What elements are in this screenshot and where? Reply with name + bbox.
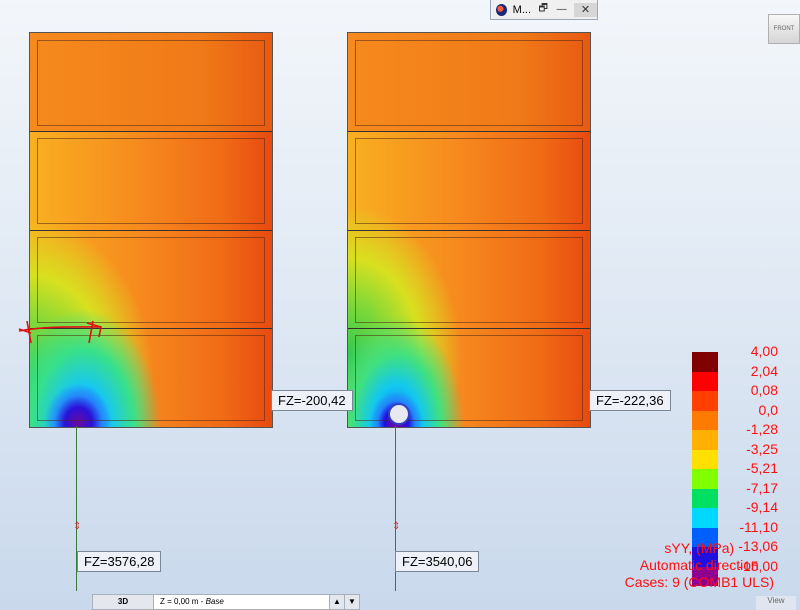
support-arrow-icon: ⇕ [73, 521, 82, 532]
legend-quantity: sYY, (MPa) [664, 540, 735, 556]
legend-value: 0,08 [750, 382, 778, 398]
floor-line [348, 230, 590, 231]
legend-swatch [692, 430, 718, 450]
floor-line [30, 230, 272, 231]
opening-outline [355, 138, 583, 224]
legend-caption: sYY, (MPa) Automatic direction Cases: 9 … [625, 540, 774, 591]
level-selector[interactable]: Z = 0,00 m - Base [154, 595, 329, 609]
opening-outline [355, 237, 583, 323]
view-button[interactable]: View [756, 596, 796, 610]
level-prefix: Z = 0,00 m - [160, 597, 206, 606]
support-arrow-icon: ⇕ [392, 521, 401, 532]
robot-app-icon [496, 3, 507, 16]
handdrawn-annotation [18, 320, 102, 344]
legend-swatch [692, 391, 718, 411]
reaction-label-left-side: FZ=-200,42 [271, 390, 353, 411]
level-up-icon[interactable]: ▲ [329, 595, 344, 609]
legend-value: 0,0 [758, 401, 778, 418]
floor-line [30, 131, 272, 132]
close-icon[interactable]: ✕ [573, 2, 597, 17]
legend-swatch [692, 488, 718, 508]
legend-value: -9,14 [746, 499, 778, 515]
legend-value: -1,28 [746, 421, 778, 437]
minimize-icon[interactable]: — [555, 4, 567, 15]
reaction-label-left-support: FZ=3576,28 [77, 551, 162, 572]
support-node [388, 403, 410, 425]
view-mode-field[interactable]: 3D [93, 595, 154, 609]
reaction-label-right-side: FZ=-222,36 [589, 390, 671, 411]
legend-swatch [692, 508, 718, 528]
restore-icon[interactable]: 🗗 [537, 1, 549, 18]
floor-line [348, 131, 590, 132]
view-cube-face-label: FRONT [773, 26, 795, 32]
legend-swatch [692, 469, 718, 489]
legend-value: -3,25 [746, 440, 778, 457]
wall-panel-right[interactable] [347, 32, 591, 428]
floating-window-tab[interactable]: M... 🗗 — ✕ [490, 0, 598, 20]
level-down-icon[interactable]: ▼ [344, 595, 359, 609]
wall-panel-left[interactable] [29, 32, 273, 428]
legend-swatch [692, 371, 718, 391]
legend-swatch [692, 449, 718, 469]
level-name: Base [205, 597, 224, 606]
opening-outline [37, 40, 265, 126]
legend-swatch [692, 352, 718, 372]
legend-value: -11,10 [739, 518, 778, 535]
opening-outline [37, 138, 265, 224]
reaction-label-right-support: FZ=3540,06 [395, 551, 480, 572]
window-title: M... [512, 3, 532, 16]
opening-outline [37, 237, 265, 323]
legend-direction: Automatic direction [639, 557, 759, 573]
legend-cases: Cases: 9 (COMB1 ULS) [624, 574, 774, 590]
opening-outline [355, 40, 583, 126]
floor-line [348, 328, 590, 329]
legend-value: 2,04 [750, 362, 778, 379]
legend-value: 4,00 [750, 343, 778, 359]
status-bar: 3D Z = 0,00 m - Base ▲ ▼ [92, 594, 360, 610]
view-cube[interactable]: FRONT [768, 14, 800, 44]
legend-value: -7,17 [746, 479, 778, 496]
legend-value: -5,21 [746, 460, 778, 476]
legend-swatch [692, 410, 718, 430]
